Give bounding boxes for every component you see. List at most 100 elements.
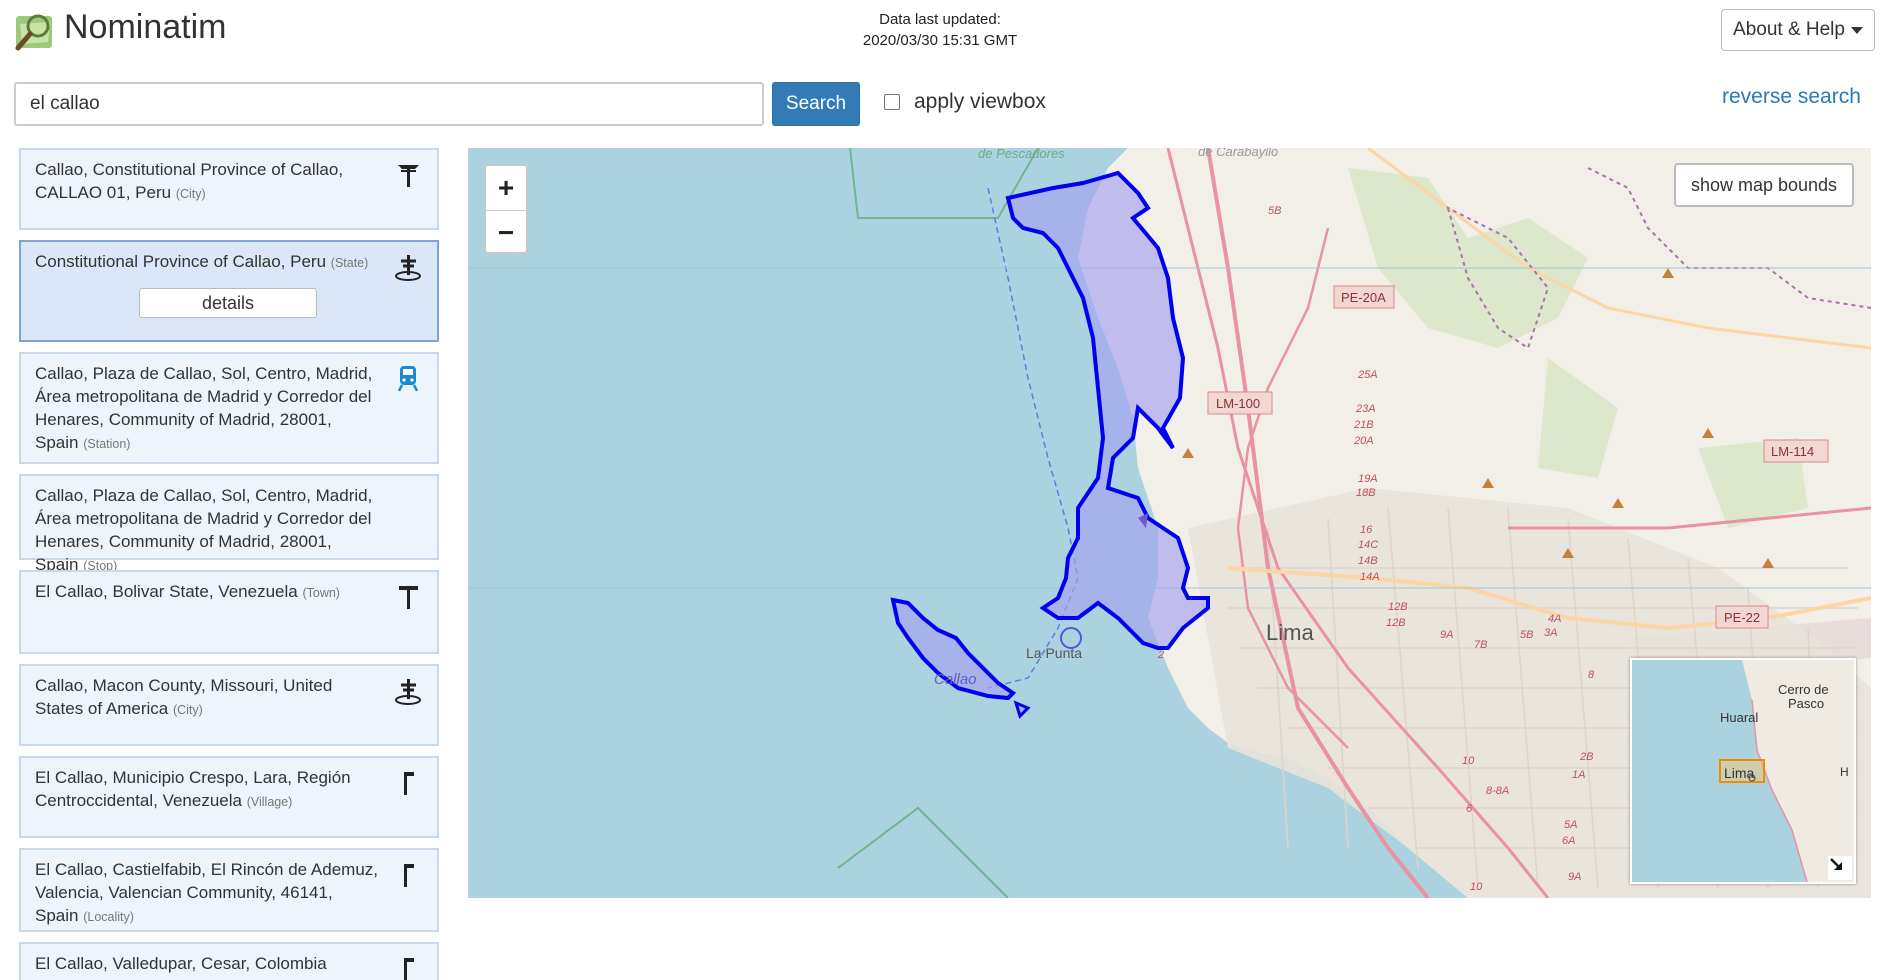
svg-text:5A: 5A [1564, 819, 1577, 831]
svg-text:2B: 2B [1579, 751, 1593, 763]
result-item[interactable]: Callao, Macon County, Missouri, United S… [19, 664, 439, 746]
svg-text:9A: 9A [1568, 871, 1581, 883]
minimap-label-h: H [1840, 765, 1849, 779]
hamlet-icon [404, 958, 414, 980]
svg-text:19A: 19A [1358, 473, 1378, 485]
svg-text:14C: 14C [1358, 539, 1378, 551]
apply-viewbox[interactable]: apply viewbox [884, 90, 1046, 114]
about-help-label: About & Help [1733, 19, 1845, 40]
result-type: (State) [330, 256, 369, 270]
city-icon [398, 165, 419, 187]
svg-text:14B: 14B [1358, 555, 1378, 567]
svg-text:8-8A: 8-8A [1486, 785, 1509, 797]
result-type: (Station) [83, 437, 131, 451]
minimap-label-huaral: Huaral [1720, 710, 1758, 725]
zoom-control: + − [484, 164, 528, 254]
svg-text:16: 16 [1360, 524, 1373, 536]
about-help-button[interactable]: About & Help [1721, 9, 1875, 51]
svg-text:LM-100: LM-100 [1216, 396, 1260, 411]
result-item-selected[interactable]: Constitutional Province of Callao, Peru … [19, 240, 439, 342]
minimap-label-lima: Lima [1724, 765, 1755, 781]
svg-text:10: 10 [1462, 755, 1475, 767]
svg-text:7B: 7B [1474, 639, 1487, 651]
result-item[interactable]: El Callao, Castielfabib, El Rincón de Ad… [19, 848, 439, 932]
svg-text:PE-20A: PE-20A [1341, 290, 1386, 305]
svg-text:3A: 3A [1544, 627, 1557, 639]
svg-text:12B: 12B [1388, 601, 1408, 613]
svg-text:5B: 5B [1268, 205, 1281, 217]
updated-timestamp: 2020/03/30 15:31 GMT [862, 32, 1018, 49]
show-map-bounds-button[interactable]: show map bounds [1674, 163, 1854, 207]
apply-viewbox-label[interactable]: apply viewbox [914, 90, 1046, 114]
result-item[interactable]: Callao, Constitutional Province of Calla… [19, 148, 439, 230]
data-updated: Data last updated: 2020/03/30 15:31 GMT [840, 9, 1040, 51]
village-icon [404, 772, 414, 795]
brand-title[interactable]: Nominatim [64, 8, 226, 47]
road-shield-pe22: PE-22 [1715, 605, 1769, 629]
result-item[interactable]: El Callao, Bolivar State, Venezuela (Tow… [19, 570, 439, 654]
label-la-punta: La Punta [1026, 645, 1082, 661]
apply-viewbox-checkbox[interactable] [884, 94, 900, 110]
svg-text:25A: 25A [1357, 369, 1378, 381]
town-icon [399, 586, 418, 609]
collapse-arrow-icon [1830, 858, 1842, 870]
locality-icon [404, 864, 414, 887]
result-type: (City) [172, 703, 203, 717]
svg-text:6: 6 [1466, 803, 1473, 815]
svg-text:8: 8 [1588, 669, 1595, 681]
svg-text:2: 2 [1157, 649, 1164, 661]
result-name: El Callao, Valledupar, Cesar, Colombia [35, 954, 327, 973]
svg-text:10: 10 [1470, 881, 1483, 893]
result-type: (City) [175, 187, 206, 201]
map[interactable]: de Pescadores de Carabayllo Lima La Punt… [468, 148, 1871, 898]
svg-text:21B: 21B [1353, 419, 1374, 431]
result-item[interactable]: Callao, Plaza de Callao, Sol, Centro, Ma… [19, 352, 439, 464]
svg-text:9A: 9A [1440, 629, 1453, 641]
svg-text:4A: 4A [1548, 613, 1561, 625]
search-input[interactable] [14, 82, 764, 126]
svg-text:LM-114: LM-114 [1771, 444, 1814, 459]
svg-text:6A: 6A [1562, 835, 1575, 847]
train-station-icon [397, 366, 419, 392]
result-item[interactable]: Callao, Plaza de Callao, Sol, Centro, Ma… [19, 474, 439, 574]
svg-text:PE-22: PE-22 [1724, 610, 1760, 625]
result-type: (Locality) [83, 910, 134, 924]
updated-label: Data last updated: [879, 11, 1001, 28]
svg-text:12B: 12B [1386, 617, 1406, 629]
header: Nominatim Data last updated: 2020/03/30 … [0, 0, 1885, 126]
minimap-toggle-button[interactable] [1828, 856, 1852, 880]
label-callao-island: Callao [934, 671, 977, 688]
minimap-tiles: Cerro de Pasco Huaral Lima H [1632, 660, 1849, 882]
svg-text:20A: 20A [1353, 435, 1374, 447]
caret-down-icon [1850, 26, 1863, 34]
zoom-out-button[interactable]: − [486, 211, 526, 252]
nominatim-logo-icon[interactable] [12, 8, 58, 54]
label-pescadores: de Pescadores [978, 148, 1065, 161]
svg-text:1A: 1A [1572, 769, 1585, 781]
results-list: Callao, Constitutional Province of Calla… [19, 148, 439, 980]
result-type: (Village) [246, 795, 293, 809]
label-lima: Lima [1266, 620, 1314, 645]
svg-text:23A: 23A [1355, 403, 1376, 415]
state-icon [395, 255, 421, 281]
search-button[interactable]: Search [772, 82, 860, 126]
road-shield-lm114: LM-114 [1763, 439, 1829, 463]
svg-text:18B: 18B [1356, 487, 1376, 499]
minimap[interactable]: Cerro de Pasco Huaral Lima H [1630, 658, 1856, 884]
road-shield-pe20a: PE-20A [1333, 285, 1395, 309]
details-button[interactable]: details [139, 288, 317, 318]
zoom-in-button[interactable]: + [486, 166, 526, 211]
result-item[interactable]: El Callao, Valledupar, Cesar, Colombia (… [19, 942, 439, 980]
reverse-search-link[interactable]: reverse search [1722, 85, 1861, 109]
minimap-label-cerro: Cerro de [1778, 682, 1829, 697]
road-shield-lm100: LM-100 [1207, 391, 1273, 415]
result-name: El Callao, Municipio Crespo, Lara, Regió… [35, 768, 351, 810]
svg-text:5B: 5B [1520, 629, 1533, 641]
result-name: Constitutional Province of Callao, Peru [35, 252, 327, 271]
result-item[interactable]: El Callao, Municipio Crespo, Lara, Regió… [19, 756, 439, 838]
svg-text:14A: 14A [1360, 571, 1380, 583]
city-icon [395, 679, 421, 705]
result-name: El Callao, Bolivar State, Venezuela [35, 582, 298, 601]
result-type: (Town) [302, 586, 340, 600]
minimap-label-pasco: Pasco [1788, 696, 1824, 711]
